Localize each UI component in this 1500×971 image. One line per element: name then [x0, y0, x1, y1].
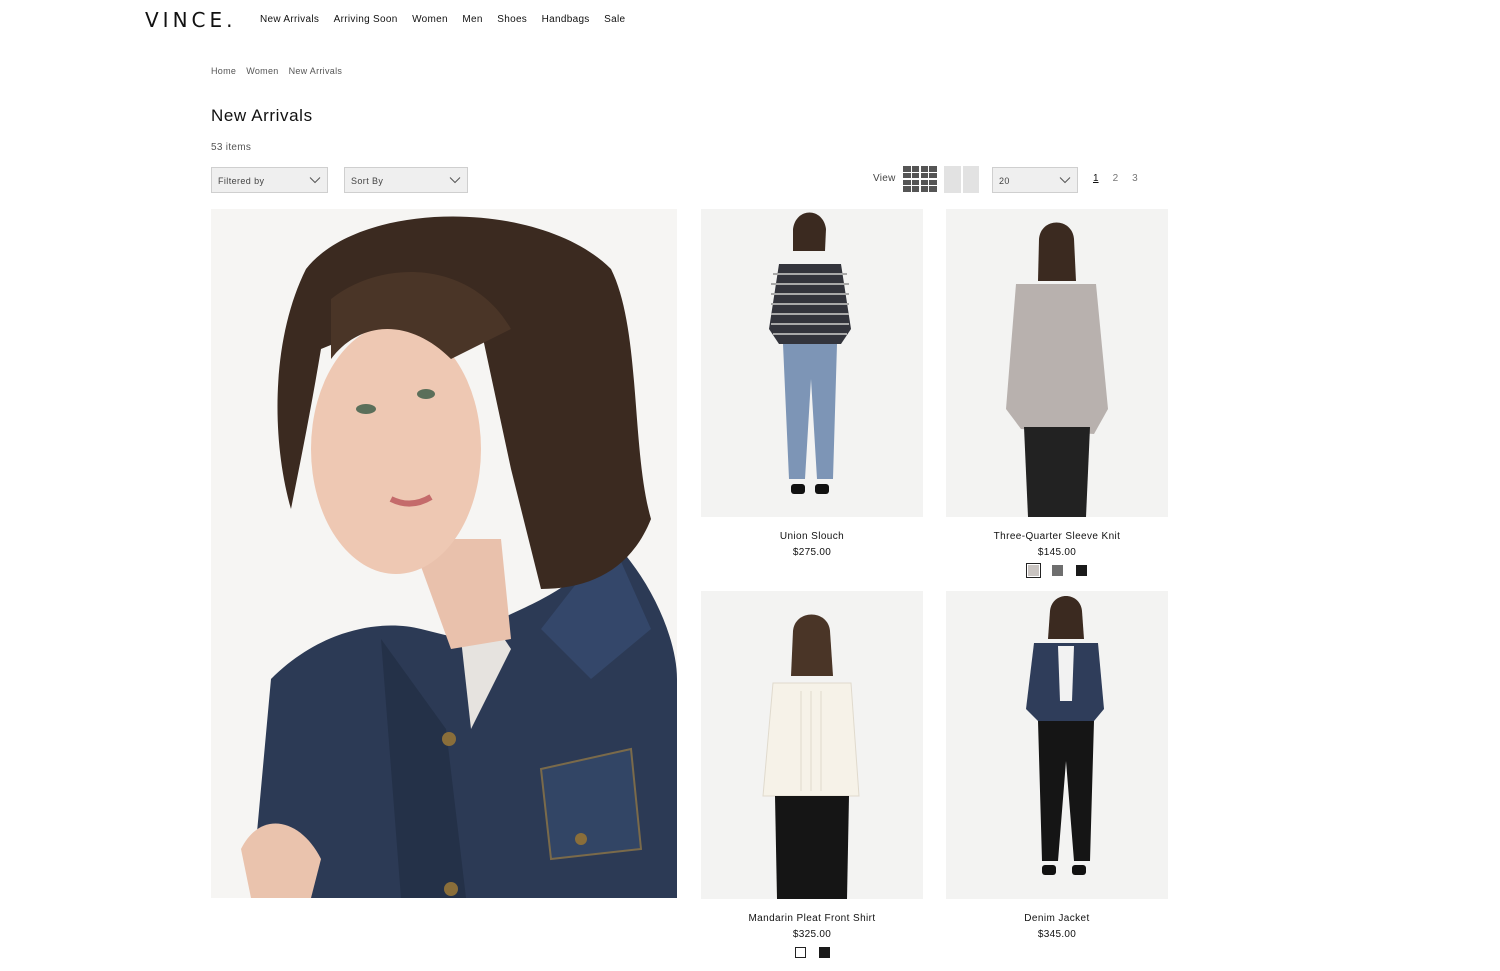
sort-dropdown-label: Sort By	[351, 176, 384, 186]
product-price: $145.00	[1037, 547, 1077, 558]
product-price: $325.00	[792, 929, 832, 940]
page-link-1[interactable]: 1	[1093, 173, 1099, 184]
main-nav: New Arrivals Arriving Soon Women Men Sho…	[260, 14, 640, 25]
product-card-mandarin-pleat-front-shirt[interactable]: Mandarin Pleat Front Shirt $325.00	[701, 591, 923, 958]
color-swatch-white[interactable]	[794, 947, 806, 958]
product-photo	[946, 209, 1168, 517]
product-image[interactable]	[701, 209, 923, 517]
product-photo	[701, 209, 923, 517]
product-price: $345.00	[1037, 929, 1077, 940]
color-swatches	[701, 947, 923, 958]
product-photo	[701, 591, 923, 899]
nav-item-sale[interactable]: Sale	[604, 14, 625, 25]
chevron-down-icon	[309, 174, 321, 184]
color-swatch-black[interactable]	[818, 947, 830, 958]
product-image[interactable]	[946, 209, 1168, 517]
product-card-denim-jacket[interactable]: Denim Jacket $345.00	[946, 591, 1168, 940]
product-price: $275.00	[792, 547, 832, 558]
product-name[interactable]: Mandarin Pleat Front Shirt	[701, 913, 923, 924]
chevron-down-icon	[1059, 174, 1071, 184]
breadcrumb-women[interactable]: Women	[246, 66, 278, 76]
nav-item-arriving-soon[interactable]: Arriving Soon	[334, 14, 398, 25]
page-link-2[interactable]: 2	[1113, 173, 1119, 184]
chevron-down-icon	[449, 174, 461, 184]
view-label: View	[873, 173, 896, 184]
color-swatch-light-gray[interactable]	[1025, 563, 1041, 578]
sort-dropdown[interactable]: Sort By	[344, 167, 468, 193]
filter-dropdown-label: Filtered by	[218, 176, 265, 186]
product-image[interactable]	[701, 591, 923, 899]
product-name[interactable]: Three-Quarter Sleeve Knit	[946, 531, 1168, 542]
nav-item-handbags[interactable]: Handbags	[542, 14, 590, 25]
nav-item-women[interactable]: Women	[412, 14, 448, 25]
product-card-three-quarter-sleeve-knit[interactable]: Three-Quarter Sleeve Knit $145.00	[946, 209, 1168, 578]
grid-view-icon[interactable]	[903, 166, 938, 193]
breadcrumb: Home Women New Arrivals	[211, 66, 342, 76]
product-name[interactable]: Union Slouch	[701, 531, 923, 542]
large-view-icon[interactable]	[944, 166, 979, 193]
items-per-page-value: 20	[999, 176, 1010, 186]
page-link-3[interactable]: 3	[1132, 173, 1138, 184]
nav-item-new-arrivals[interactable]: New Arrivals	[260, 14, 319, 25]
hero-photo	[211, 209, 677, 898]
page-title: New Arrivals	[211, 106, 313, 125]
brand-logo[interactable]: VINCE.	[145, 8, 237, 32]
product-image[interactable]	[946, 591, 1168, 899]
pagination: 1 2 3	[1093, 173, 1138, 184]
breadcrumb-home[interactable]: Home	[211, 66, 236, 76]
product-card-union-slouch[interactable]: Union Slouch $275.00	[701, 209, 923, 558]
items-per-page-dropdown[interactable]: 20	[992, 167, 1078, 193]
nav-item-shoes[interactable]: Shoes	[497, 14, 527, 25]
breadcrumb-new-arrivals[interactable]: New Arrivals	[289, 66, 343, 76]
hero-image[interactable]	[211, 209, 677, 898]
filter-dropdown[interactable]: Filtered by	[211, 167, 328, 193]
color-swatches	[946, 563, 1168, 578]
product-photo	[946, 591, 1168, 899]
item-count: 53 items	[211, 142, 252, 153]
color-swatch-gray[interactable]	[1051, 565, 1063, 576]
product-name[interactable]: Denim Jacket	[946, 913, 1168, 924]
color-swatch-black[interactable]	[1075, 565, 1087, 576]
nav-item-men[interactable]: Men	[462, 14, 482, 25]
